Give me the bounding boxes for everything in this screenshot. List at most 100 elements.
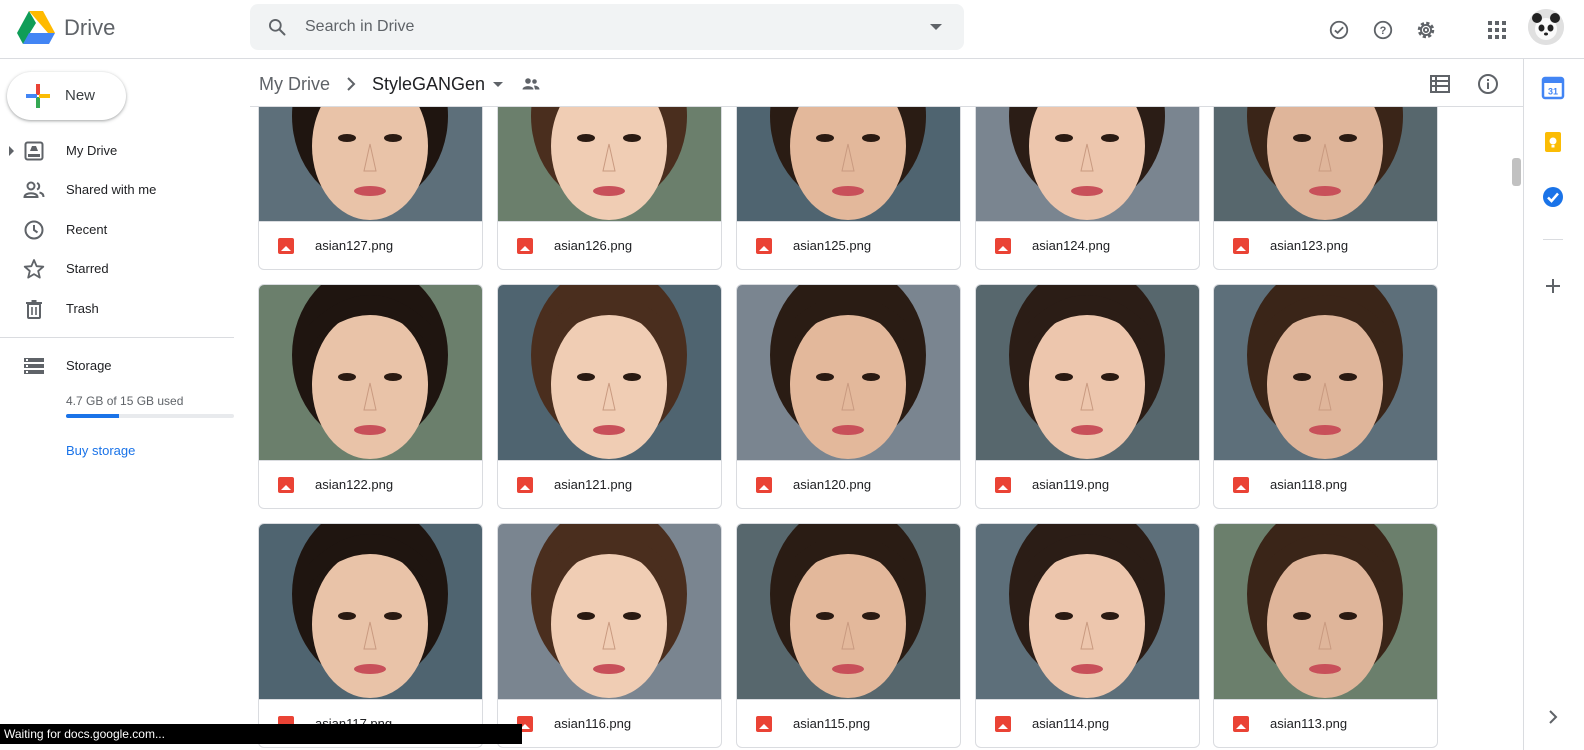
keep-icon[interactable] [1541,130,1565,154]
image-file-icon [995,716,1011,732]
file-name: asian115.png [793,716,871,731]
side-panel: 31 [1523,59,1584,750]
file-name: asian122.png [315,477,394,492]
file-thumbnail[interactable] [498,285,721,460]
file-name: asian119.png [1032,477,1110,492]
file-card[interactable]: asian117.png [258,523,483,748]
sidebar-item-label: My Drive [66,143,118,158]
file-name-bar[interactable]: asian118.png [1214,460,1437,508]
sidebar-item-shared-with-me[interactable]: Shared with me [0,172,234,208]
shared-folder-people-icon[interactable] [521,74,541,94]
storage-progress-bar [66,414,234,418]
file-thumbnail[interactable] [498,524,721,699]
file-thumbnail[interactable] [737,107,960,221]
file-name-bar[interactable]: asian114.png [976,699,1199,747]
image-file-icon [278,477,294,493]
buy-storage-link[interactable]: Buy storage [66,443,135,458]
vertical-scrollbar-thumb[interactable] [1512,158,1521,186]
new-button[interactable]: New [7,72,126,120]
offline-ready-icon[interactable] [1319,10,1359,50]
shared-people-icon [23,181,45,198]
file-card[interactable]: asian115.png [736,523,961,748]
file-name-bar[interactable]: asian113.png [1214,699,1437,747]
file-card[interactable]: asian120.png [736,284,961,509]
sidebar-item-starred[interactable]: Starred [0,251,234,287]
image-file-icon [756,477,772,493]
account-avatar[interactable] [1528,9,1564,45]
file-thumbnail[interactable] [737,524,960,699]
image-file-icon [995,238,1011,254]
file-name-bar[interactable]: asian127.png [259,221,482,269]
sidebar-item-recent[interactable]: Recent [0,212,234,248]
file-thumbnail[interactable] [976,107,1199,221]
breadcrumb-current-folder[interactable]: StyleGANGen [372,74,485,95]
file-card[interactable]: asian116.png [497,523,722,748]
file-thumbnail[interactable] [976,524,1199,699]
file-name-bar[interactable]: asian125.png [737,221,960,269]
folder-menu-chevron-down-icon[interactable] [493,81,504,87]
file-name-bar[interactable]: asian116.png [498,699,721,747]
file-thumbnail[interactable] [259,524,482,699]
file-name-bar[interactable]: asian119.png [976,460,1199,508]
file-thumbnail[interactable] [498,107,721,221]
file-name: asian116.png [554,716,632,731]
chevron-right-icon[interactable] [1541,705,1565,729]
file-card[interactable]: asian118.png [1213,284,1438,509]
sidebar-item-trash[interactable]: Trash [0,291,234,327]
tasks-icon[interactable] [1541,185,1565,209]
file-card[interactable]: asian121.png [497,284,722,509]
image-file-icon [756,238,772,254]
help-icon[interactable]: ? [1363,10,1403,50]
search-icon[interactable] [267,17,287,37]
breadcrumb-root[interactable]: My Drive [259,74,330,95]
file-name-bar[interactable]: asian120.png [737,460,960,508]
file-name: asian114.png [1032,716,1110,731]
file-card[interactable]: asian114.png [975,523,1200,748]
file-card[interactable]: asian119.png [975,284,1200,509]
storage-icon [24,358,44,374]
file-thumbnail[interactable] [1214,524,1437,699]
file-card[interactable]: asian122.png [258,284,483,509]
image-file-icon [756,716,772,732]
add-addon-icon[interactable] [1541,274,1565,298]
image-file-icon [995,477,1011,493]
file-thumbnail[interactable] [976,285,1199,460]
file-card[interactable]: asian125.png [736,107,961,270]
search-bar[interactable] [250,4,964,50]
info-icon[interactable] [1474,70,1502,98]
top-header: Drive ? [0,0,1584,59]
file-name-bar[interactable]: asian115.png [737,699,960,747]
file-name-bar[interactable]: asian126.png [498,221,721,269]
search-input[interactable] [305,12,905,42]
file-name: asian121.png [554,477,633,492]
file-name-bar[interactable]: asian124.png [976,221,1199,269]
app-name[interactable]: Drive [64,15,115,41]
svg-text:?: ? [1380,25,1387,37]
settings-icon[interactable] [1406,10,1446,50]
list-view-icon[interactable] [1426,70,1454,98]
google-drive-logo[interactable] [16,9,56,45]
file-thumbnail[interactable] [259,285,482,460]
storage-label[interactable]: Storage [66,358,112,373]
file-grid: asian127.png asian126.png asian125.png asia… [250,107,1523,750]
file-card[interactable]: asian113.png [1213,523,1438,748]
sidebar-item-my-drive[interactable]: My Drive [0,133,234,169]
file-thumbnail[interactable] [259,107,482,221]
file-thumbnail[interactable] [1214,285,1437,460]
sidebar-item-label: Recent [66,222,108,237]
file-thumbnail[interactable] [737,285,960,460]
file-thumbnail[interactable] [1214,107,1437,221]
file-name: asian113.png [1270,716,1348,731]
file-card[interactable]: asian123.png [1213,107,1438,270]
file-name-bar[interactable]: asian123.png [1214,221,1437,269]
file-card[interactable]: asian127.png [258,107,483,270]
apps-grid-icon[interactable] [1477,10,1517,50]
file-card[interactable]: asian126.png [497,107,722,270]
search-options-chevron-icon[interactable] [930,24,942,30]
file-name-bar[interactable]: asian122.png [259,460,482,508]
file-name-bar[interactable]: asian121.png [498,460,721,508]
file-card[interactable]: asian124.png [975,107,1200,270]
image-file-icon [517,477,533,493]
calendar-icon[interactable]: 31 [1541,76,1565,100]
expand-arrow-icon[interactable] [9,146,14,156]
